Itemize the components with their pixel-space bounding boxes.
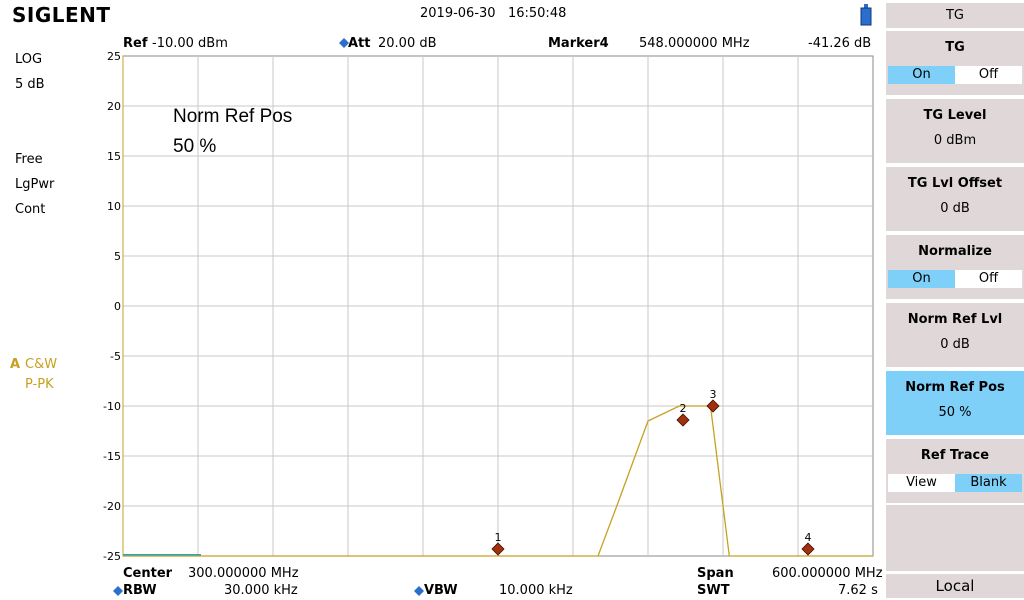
ref-trace-view-option[interactable]: View	[888, 474, 955, 492]
softkey-menu: TG TG On Off TG Level 0 dBm TG Lvl Offse…	[883, 0, 1024, 600]
tg-level-label: TG Level	[923, 108, 987, 123]
swt-value[interactable]: 7.62 s	[838, 583, 878, 598]
spectrum-plot: 25 20 15 10 5 0 -5 -10 -15 -20 -25 1 2 3 4	[103, 50, 874, 563]
norm-ref-lvl-button[interactable]: Norm Ref Lvl 0 dB	[886, 303, 1024, 367]
marker-number: 1	[495, 531, 502, 544]
marker-number: 2	[680, 402, 687, 415]
ref-trace-label: Ref Trace	[920, 448, 990, 463]
tg-lvl-offset-value: 0 dB	[940, 201, 970, 216]
tg-level-button[interactable]: TG Level 0 dBm	[886, 99, 1024, 163]
y-tick-label: -10	[103, 400, 121, 413]
center-value[interactable]: 300.000000 MHz	[188, 566, 299, 581]
tg-level-value: 0 dBm	[933, 133, 977, 148]
normalize-label: Normalize	[918, 244, 992, 259]
norm-ref-pos-button[interactable]: Norm Ref Pos 50 %	[886, 371, 1024, 435]
marker-number: 4	[805, 531, 812, 544]
normalize-button[interactable]: Normalize On Off	[886, 235, 1024, 299]
norm-ref-lvl-value: 0 dB	[940, 337, 970, 352]
y-tick-label: -5	[110, 350, 121, 363]
tg-off-option[interactable]: Off	[955, 66, 1022, 84]
rbw-value[interactable]: 30.000 kHz	[224, 583, 298, 598]
vbw-label: VBW	[424, 583, 458, 598]
menu-title: TG	[886, 3, 1024, 28]
span-value[interactable]: 600.000000 MHz	[772, 566, 883, 581]
diamond-icon	[414, 586, 424, 596]
normalize-on-option[interactable]: On	[888, 270, 955, 288]
tg-switch[interactable]: On Off	[888, 66, 1022, 84]
tg-label: TG	[945, 40, 965, 55]
norm-ref-pos-menu-value: 50 %	[938, 405, 972, 420]
local-button[interactable]: Local	[886, 574, 1024, 598]
y-tick-label: 25	[107, 50, 121, 63]
y-tick-label: 20	[107, 100, 121, 113]
norm-ref-pos-menu-label: Norm Ref Pos	[905, 380, 1005, 395]
tg-lvl-offset-label: TG Lvl Offset	[907, 176, 1003, 191]
empty-softkey	[886, 505, 1024, 571]
tg-lvl-offset-button[interactable]: TG Lvl Offset 0 dB	[886, 167, 1024, 231]
diamond-icon	[113, 586, 123, 596]
norm-ref-pos-label: Norm Ref Pos	[173, 106, 293, 127]
rbw-label: RBW	[123, 583, 157, 598]
swt-label: SWT	[697, 583, 730, 598]
normalize-switch[interactable]: On Off	[888, 270, 1022, 288]
y-tick-label: -25	[103, 550, 121, 563]
y-tick-label: 5	[114, 250, 121, 263]
ref-trace-button[interactable]: Ref Trace View Blank	[886, 439, 1024, 503]
vbw-value[interactable]: 10.000 kHz	[499, 583, 573, 598]
y-tick-label: -15	[103, 450, 121, 463]
norm-ref-lvl-label: Norm Ref Lvl	[907, 312, 1003, 327]
tg-on-option[interactable]: On	[888, 66, 955, 84]
center-label: Center	[123, 566, 173, 581]
tg-toggle-button[interactable]: TG On Off	[886, 31, 1024, 95]
y-tick-label: 10	[107, 200, 121, 213]
y-tick-label: 15	[107, 150, 121, 163]
span-label: Span	[697, 566, 734, 581]
y-tick-label: 0	[114, 300, 121, 313]
y-tick-label: -20	[103, 500, 121, 513]
ref-trace-switch[interactable]: View Blank	[888, 474, 1022, 492]
normalize-off-option[interactable]: Off	[955, 270, 1022, 288]
marker-number: 3	[710, 388, 717, 401]
norm-ref-pos-value: 50 %	[173, 136, 217, 157]
ref-trace-blank-option[interactable]: Blank	[955, 474, 1022, 492]
